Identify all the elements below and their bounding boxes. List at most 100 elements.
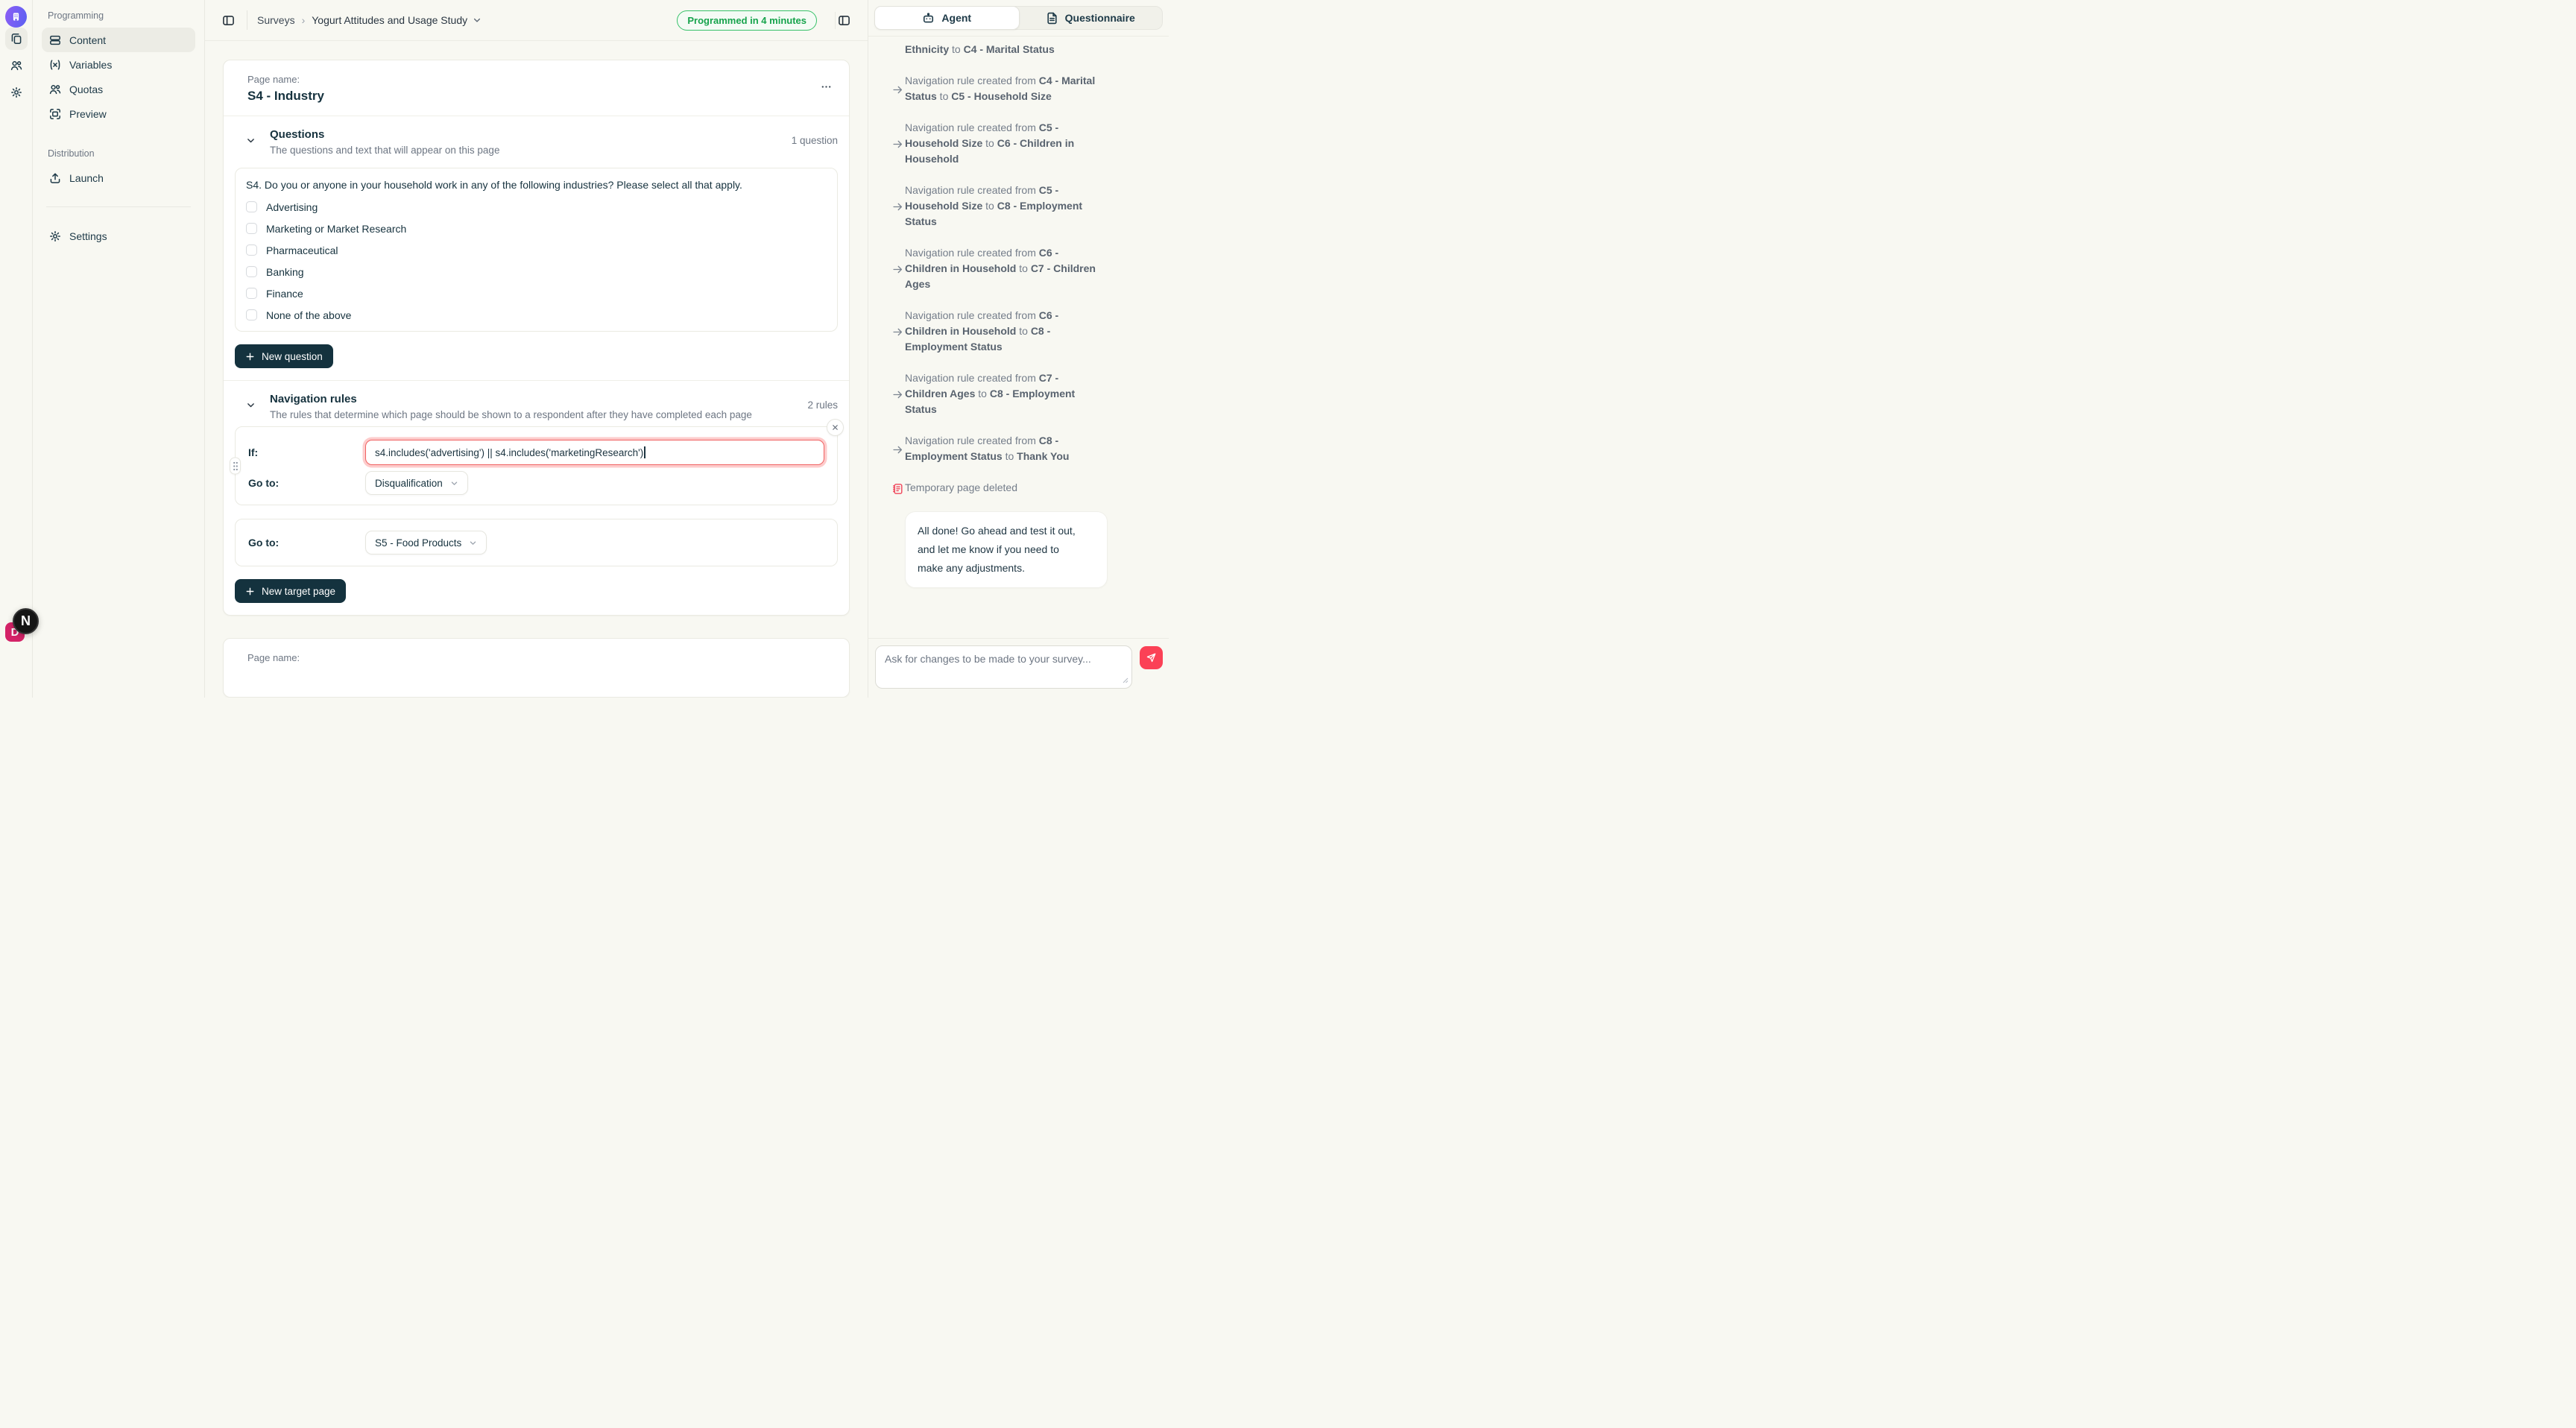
breadcrumb-surveys[interactable]: Surveys <box>257 14 295 26</box>
checkbox-option[interactable]: Pharmaceutical <box>246 239 827 261</box>
sidebar-item-label: Settings <box>69 230 107 242</box>
questions-section: Questions The questions and text that wi… <box>224 116 849 380</box>
document-icon <box>1046 12 1058 25</box>
checkbox[interactable] <box>246 288 257 299</box>
sidebar-item-settings[interactable]: Settings <box>42 224 195 248</box>
building-icon <box>10 10 22 23</box>
pages-icon <box>10 33 22 45</box>
drag-handle-icon[interactable] <box>230 458 241 475</box>
option-label: Banking <box>266 266 304 278</box>
checkbox-option[interactable]: Marketing or Market Research <box>246 218 827 239</box>
log-text: Navigation rule created from C4 - Marita… <box>905 73 1097 104</box>
log-text: Temporary page deleted <box>905 480 1097 496</box>
page-title: S4 - Industry <box>247 89 324 104</box>
arrow-right-icon <box>891 245 905 292</box>
option-label: None of the above <box>266 309 351 321</box>
checkbox-option[interactable]: Banking <box>246 261 827 282</box>
sidebar-section: DistributionLaunch <box>42 145 195 190</box>
new-question-button[interactable]: New question <box>235 344 333 368</box>
sidebar-section-label: Programming <box>42 7 195 28</box>
chat-input[interactable] <box>875 645 1132 689</box>
plus-icon <box>245 587 255 596</box>
rail-users-button[interactable] <box>5 54 28 77</box>
sidebar-item-label: Quotas <box>69 83 103 95</box>
upload-icon <box>49 172 61 184</box>
dev-badge-n[interactable]: N <box>13 608 39 634</box>
icon-rail <box>0 0 33 698</box>
sidebar-section-label: Distribution <box>42 145 195 165</box>
checkbox-option[interactable]: None of the above <box>246 304 827 326</box>
send-button[interactable] <box>1140 646 1163 669</box>
checkbox[interactable] <box>246 201 257 212</box>
sidebar-item-quotas[interactable]: Quotas <box>42 77 195 101</box>
log-text: Ethnicity to C4 - Marital Status <box>905 42 1097 57</box>
ellipsis-menu-icon[interactable] <box>816 77 836 101</box>
condition-input[interactable]: s4.includes('advertising') || s4.include… <box>365 440 824 465</box>
arrow-right-icon <box>891 120 905 167</box>
paper-plane-icon <box>1146 652 1157 663</box>
log-item: Navigation rule created from C4 - Marita… <box>891 73 1157 104</box>
checkbox[interactable] <box>246 223 257 234</box>
question-card: S4. Do you or anyone in your household w… <box>235 168 838 332</box>
sidebar-item-content[interactable]: Content <box>42 28 195 52</box>
panel-left-toggle-icon[interactable] <box>220 12 237 29</box>
rows-icon <box>49 34 61 46</box>
tab-questionnaire[interactable]: Questionnaire <box>1019 7 1163 29</box>
right-tabs-wrap: Agent Questionnaire <box>868 0 1169 37</box>
navigation-rules-title: Navigation rules <box>270 393 752 405</box>
rules-count: 2 rules <box>807 393 838 411</box>
arrow-right-icon <box>891 73 905 104</box>
rail-pages-button[interactable] <box>5 28 28 50</box>
right-panel: Agent Questionnaire Ethnicity to C4 - Mar… <box>868 0 1169 698</box>
sidebar-item-label: Variables <box>69 59 112 71</box>
goto-dropdown[interactable]: Disqualification <box>365 471 468 495</box>
next-page-card: Page name: <box>223 638 850 698</box>
rail-settings-button[interactable] <box>5 81 28 104</box>
sidebar-item-preview[interactable]: Preview <box>42 101 195 126</box>
sidebar: ProgrammingContent Variables Quotas Preview… <box>33 0 205 698</box>
chevron-down-icon <box>469 539 477 547</box>
chevron-down-icon[interactable] <box>246 136 256 149</box>
users-icon <box>10 60 22 72</box>
log-text: Navigation rule created from C7 - Childr… <box>905 370 1097 417</box>
survey-title-dropdown[interactable]: Yogurt Attitudes and Usage Study <box>312 14 482 26</box>
sidebar-item-variables[interactable]: Variables <box>42 52 195 77</box>
sidebar-item-launch[interactable]: Launch <box>42 165 195 190</box>
chevron-down-icon[interactable] <box>246 400 256 414</box>
checkbox[interactable] <box>246 309 257 320</box>
log-text: Navigation rule created from C5 - Househ… <box>905 183 1097 230</box>
app-root: ProgrammingContent Variables Quotas Preview… <box>0 0 1169 648</box>
checkbox-option[interactable]: Finance <box>246 282 827 304</box>
log-item: Ethnicity to C4 - Marital Status <box>891 42 1157 57</box>
arrow-right-icon <box>891 308 905 355</box>
preview-icon <box>49 108 61 120</box>
chevron-right-icon: › <box>302 14 306 26</box>
checkbox[interactable] <box>246 244 257 256</box>
navigation-rules-section: Navigation rules The rules that determin… <box>224 380 849 615</box>
checkbox[interactable] <box>246 266 257 277</box>
option-label: Marketing or Market Research <box>266 223 406 235</box>
text-caret <box>644 446 645 458</box>
close-icon[interactable] <box>827 419 844 436</box>
checkbox-option[interactable]: Advertising <box>246 196 827 218</box>
tab-label: Questionnaire <box>1065 12 1135 24</box>
panel-right-toggle-icon[interactable] <box>835 12 853 29</box>
company-logo <box>5 6 27 28</box>
goto-dropdown[interactable]: S5 - Food Products <box>365 531 487 555</box>
page-name-label: Page name: <box>247 652 825 663</box>
log-item: Navigation rule created from C6 - Childr… <box>891 245 1157 292</box>
option-label: Advertising <box>266 201 318 213</box>
navigation-rule-card: If: s4.includes('advertising') || s4.inc… <box>235 426 838 505</box>
questions-subtitle: The questions and text that will appear … <box>270 145 499 156</box>
status-badge: Programmed in 4 minutes <box>677 10 817 31</box>
survey-title: Yogurt Attitudes and Usage Study <box>312 14 467 26</box>
log-item: Navigation rule created from C6 - Childr… <box>891 308 1157 355</box>
chat-composer <box>868 638 1169 698</box>
tab-agent[interactable]: Agent <box>874 6 1020 30</box>
questions-title: Questions <box>270 128 499 141</box>
new-target-page-button[interactable]: New target page <box>235 579 346 603</box>
option-label: Pharmaceutical <box>266 244 338 256</box>
page-name-label: Page name: <box>247 74 324 85</box>
if-label: If: <box>248 446 365 458</box>
arrow-right-icon <box>891 183 905 230</box>
